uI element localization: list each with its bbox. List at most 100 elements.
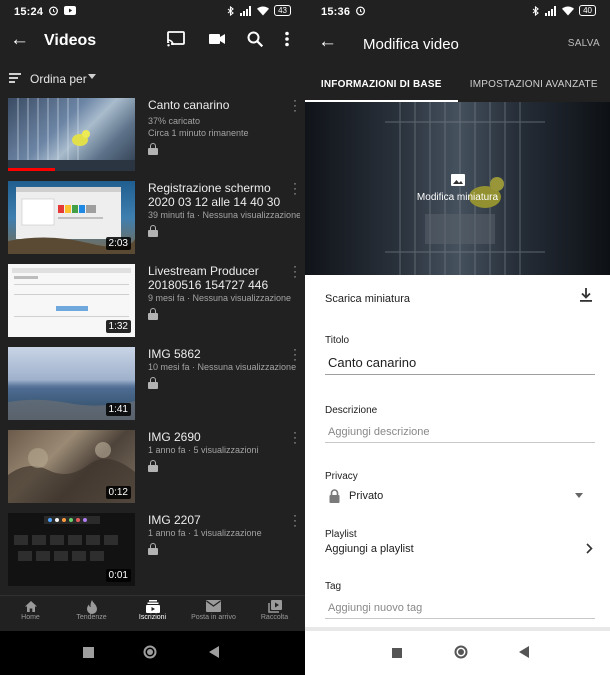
more-vert-icon[interactable]: · · · <box>293 177 297 199</box>
playlist-row[interactable]: Playlist Aggiungi a playlist <box>325 529 595 555</box>
video-thumbnail: 0:12 <box>8 430 135 503</box>
lock-icon <box>148 225 158 237</box>
edit-thumbnail-button[interactable]: Modifica miniatura <box>305 174 610 203</box>
title-field-group: Titolo Canto canarino <box>325 335 595 375</box>
video-info: Livestream Producer 20180516 154727 446 … <box>148 264 300 325</box>
lock-icon <box>148 460 158 472</box>
mail-icon <box>183 596 244 614</box>
recents-icon[interactable] <box>392 645 402 663</box>
playlist-label: Playlist <box>325 529 357 540</box>
video-meta: 1 anno fa · 1 visualizzazione <box>148 528 262 538</box>
system-navigation-bar <box>305 631 610 675</box>
video-list-item[interactable]: 1:32 Livestream Producer 20180516 154727… <box>0 260 305 342</box>
video-title: IMG 2207 <box>148 513 201 527</box>
video-list-item[interactable]: Canto canarino 37% caricato Circa 1 minu… <box>0 94 305 176</box>
recents-icon[interactable] <box>83 645 94 663</box>
nav-item-subscriptions[interactable]: Iscrizioni <box>122 596 183 631</box>
video-thumbnail: 0:01 <box>8 513 135 586</box>
more-vert-icon[interactable] <box>283 30 291 53</box>
videos-screen: 15:24 43 ← Videos Ordina per Canto canar… <box>0 0 305 675</box>
duration-badge: 0:01 <box>105 569 131 582</box>
video-list-item[interactable]: 0:12 IMG 2690 1 anno fa · 5 visualizzazi… <box>0 426 305 508</box>
video-title: Registrazione schermo 2020 03 12 alle 14… <box>148 181 281 209</box>
status-system-icons: 43 <box>227 5 291 16</box>
chevron-down-icon <box>88 74 96 79</box>
playlist-value: Aggiungi a playlist <box>325 543 414 555</box>
page-title: Videos <box>44 32 97 49</box>
privacy-select[interactable]: Privato <box>325 488 595 506</box>
image-icon <box>450 174 465 186</box>
canary-thumbnail-image <box>8 98 135 171</box>
subscriptions-icon <box>122 596 183 614</box>
description-label: Descrizione <box>325 405 378 416</box>
back-triangle-icon[interactable] <box>209 645 219 663</box>
thumbnail-preview[interactable]: Modifica miniatura <box>305 102 610 275</box>
lock-icon <box>148 377 158 389</box>
tab-advanced-settings[interactable]: IMPOSTAZIONI AVANZATE <box>458 70 610 102</box>
alarm-icon <box>49 6 58 16</box>
download-icon[interactable] <box>580 288 592 307</box>
bluetooth-icon <box>227 5 234 16</box>
page-title: Modifica video <box>363 36 459 53</box>
sort-icon <box>9 73 21 85</box>
tag-label: Tag <box>325 581 342 592</box>
search-icon[interactable] <box>246 30 264 53</box>
more-vert-icon[interactable]: · · · <box>293 343 297 365</box>
nav-item-trending[interactable]: Tendenze <box>61 596 122 631</box>
video-camera-icon[interactable] <box>207 30 227 53</box>
edit-video-screen: 15:36 40 ← Modifica video SALVA INFORMAZ… <box>305 0 610 675</box>
nav-label: Posta in arrivo <box>191 614 236 621</box>
video-thumbnail <box>8 98 135 171</box>
download-thumbnail-label: Scarica miniatura <box>325 293 410 305</box>
video-meta: 39 minuti fa · Nessuna visualizzazione <box>148 210 300 220</box>
more-vert-icon[interactable]: · · · <box>293 94 297 116</box>
tab-basic-info[interactable]: INFORMAZIONI DI BASE <box>305 70 458 102</box>
wifi-icon <box>562 6 575 15</box>
edit-thumbnail-label: Modifica miniatura <box>416 192 499 203</box>
title-label: Titolo <box>325 335 350 346</box>
save-button[interactable]: SALVA <box>568 38 600 49</box>
back-arrow-icon[interactable]: ← <box>10 29 29 51</box>
more-vert-icon[interactable]: · · · <box>293 426 297 448</box>
nav-label: Raccolta <box>260 614 289 621</box>
system-navigation-bar <box>0 631 305 675</box>
tag-input[interactable]: Aggiungi nuovo tag <box>325 602 595 619</box>
home-button-icon[interactable] <box>454 645 468 664</box>
video-list-item[interactable]: 1:41 IMG 5862 10 mesi fa · Nessuna visua… <box>0 343 305 425</box>
more-vert-icon[interactable]: · · · <box>293 260 297 282</box>
video-list-item[interactable]: 2:03 Registrazione schermo 2020 03 12 al… <box>0 177 305 259</box>
back-arrow-icon[interactable]: ← <box>318 31 337 53</box>
cast-icon[interactable] <box>166 30 186 53</box>
title-input[interactable]: Canto canarino <box>325 355 595 375</box>
bottom-navigation: Home Tendenze Iscrizioni Posta in arrivo… <box>0 595 305 631</box>
wifi-icon <box>257 6 270 15</box>
status-bar: 15:24 43 <box>0 0 305 24</box>
status-system-icons: 40 <box>532 5 596 16</box>
duration-badge: 1:41 <box>105 403 131 416</box>
duration-badge: 0:12 <box>105 486 131 499</box>
nav-item-home[interactable]: Home <box>0 596 61 631</box>
description-field-group: Descrizione Aggiungi descrizione <box>325 405 595 443</box>
more-vert-icon[interactable]: · · · <box>293 509 297 531</box>
status-notif-icons <box>48 5 76 16</box>
dropdown-arrow-icon <box>575 493 583 498</box>
video-list-item[interactable]: 0:01 IMG 2207 1 anno fa · 1 visualizzazi… <box>0 509 305 591</box>
bluetooth-icon <box>532 5 539 16</box>
nav-item-inbox[interactable]: Posta in arrivo <box>183 596 244 631</box>
download-thumbnail-row[interactable]: Scarica miniatura <box>325 288 595 307</box>
back-triangle-icon[interactable] <box>519 645 529 663</box>
home-icon <box>0 596 61 614</box>
video-thumbnail: 2:03 <box>8 181 135 254</box>
lock-icon <box>329 489 340 508</box>
video-meta: Circa 1 minuto rimanente <box>148 128 249 138</box>
home-button-icon[interactable] <box>143 645 157 664</box>
description-input[interactable]: Aggiungi descrizione <box>325 426 595 443</box>
video-info: Canto canarino 37% caricato Circa 1 minu… <box>148 98 300 160</box>
top-app-bar: ← Videos <box>0 24 305 60</box>
chevron-right-icon <box>586 541 593 559</box>
privacy-label: Privacy <box>325 471 358 482</box>
nav-item-library[interactable]: Raccolta <box>244 596 305 631</box>
sort-bar[interactable]: Ordina per <box>0 68 305 92</box>
youtube-notif-icon <box>64 6 76 15</box>
video-meta: 1 anno fa · 5 visualizzazioni <box>148 445 259 455</box>
